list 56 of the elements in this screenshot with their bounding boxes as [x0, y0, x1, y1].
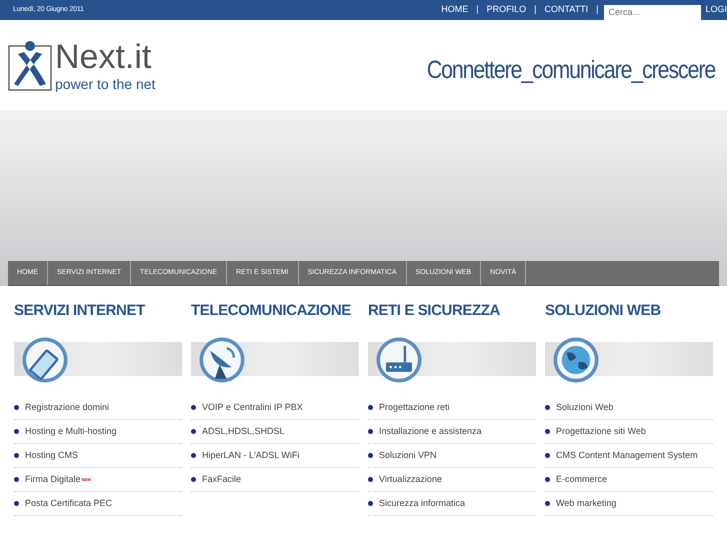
bullet-icon: [545, 453, 550, 458]
separator-text: |: [475, 3, 480, 16]
bullet-icon: [14, 429, 19, 434]
category-title: TELECOMUNICAZIONE: [191, 301, 352, 321]
top-link[interactable]: HOME: [437, 3, 472, 17]
search-field[interactable]: Cerca...: [604, 4, 702, 20]
service-link[interactable]: Soluzioni Web: [556, 400, 614, 414]
service-link[interactable]: Sicurezza informatica: [379, 496, 466, 510]
service-link[interactable]: ADSL,HDSL,SHDSL: [202, 424, 285, 438]
logo-tagline: power to the net: [55, 77, 156, 91]
service-link[interactable]: Registrazione domini: [25, 400, 110, 414]
service-link[interactable]: Posta Certificata PEC: [25, 496, 112, 510]
bullet-icon: [545, 501, 550, 506]
service-link[interactable]: CMS Content Management System: [556, 448, 698, 462]
service-link[interactable]: Firma Digitale: [25, 472, 81, 486]
bullet-icon: [545, 405, 550, 410]
bullet-icon: [368, 429, 373, 434]
satellite-dish-icon: [210, 347, 235, 379]
login-link[interactable]: LOGI: [705, 3, 727, 17]
service-link[interactable]: FaxFacile: [202, 472, 242, 486]
category-title: SOLUZIONI WEB: [545, 301, 662, 321]
bullet-icon: [545, 429, 550, 434]
service-link[interactable]: Hosting e Multi-hosting: [25, 424, 117, 438]
separator-text: |: [595, 3, 600, 16]
bullet-icon: [191, 429, 196, 434]
slogan-text: Connettere_comunicare_crescere: [426, 55, 715, 86]
service-link[interactable]: HiperLAN - L'ADSL WiFi: [202, 448, 300, 462]
bullet-icon: [14, 405, 19, 410]
bullet-icon: [368, 501, 373, 506]
router-icon: [386, 346, 412, 372]
bullet-icon: [14, 477, 19, 482]
service-link[interactable]: E-commerce: [556, 472, 608, 486]
bullet-icon: [191, 405, 196, 410]
bullet-icon: [14, 501, 19, 506]
bullet-icon: [191, 453, 196, 458]
service-link[interactable]: Hosting CMS: [25, 448, 78, 462]
service-link[interactable]: Soluzioni VPN: [379, 448, 437, 462]
bullet-icon: [14, 453, 19, 458]
bullet-icon: [191, 477, 196, 482]
service-link[interactable]: Virtualizzazione: [379, 472, 442, 486]
logo-name: Next.it: [55, 37, 152, 77]
bullet-icon: [368, 405, 373, 410]
bullet-icon: [368, 453, 373, 458]
service-link[interactable]: Installazione e assistenza: [379, 424, 482, 438]
category-title: SERVIZI INTERNET: [14, 301, 146, 321]
service-link[interactable]: Progettazione siti Web: [556, 424, 646, 438]
service-link[interactable]: VOIP e Centralini IP PBX: [202, 400, 303, 414]
category-title: RETI E SICUREZZA: [368, 301, 501, 321]
top-link[interactable]: CONTATTI: [540, 3, 592, 17]
bullet-icon: [545, 477, 550, 482]
service-link[interactable]: Progettazione reti: [379, 400, 450, 414]
top-link[interactable]: PROFILO: [482, 3, 530, 17]
service-link[interactable]: Web marketing: [556, 496, 616, 510]
logo-icon: [8, 40, 52, 92]
bullet-icon: [368, 477, 373, 482]
separator-text: |: [533, 3, 538, 16]
